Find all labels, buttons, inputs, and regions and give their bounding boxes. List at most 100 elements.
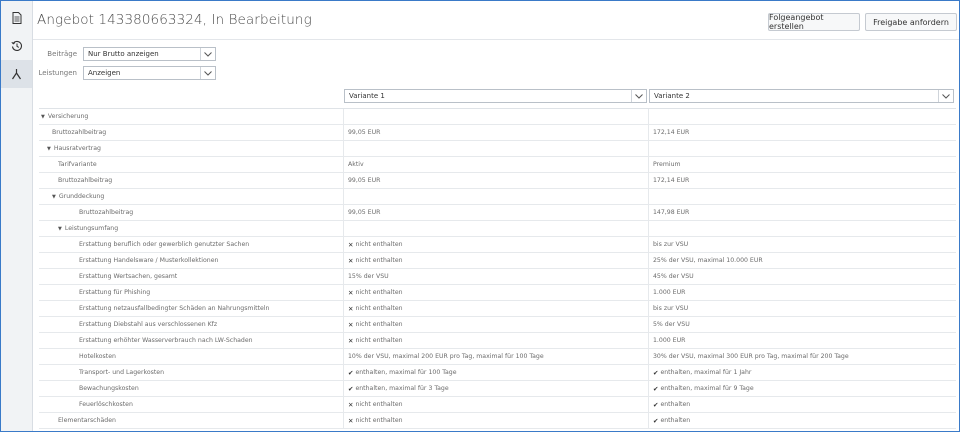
cross-icon: ✕	[348, 256, 354, 265]
variant-2-value: enthalten, maximal für 1 Jahr	[660, 369, 752, 376]
table-row: Erstattung beruflich oder gewerblich gen…	[39, 237, 956, 253]
request-approval-button[interactable]: Freigabe anfordern	[865, 13, 957, 31]
row-label: Bruttozahlbeitrag	[58, 177, 113, 184]
page-title: Angebot 143380663324, In Bearbeitung	[37, 12, 312, 28]
row-label: Leistungsumfang	[64, 225, 119, 232]
table-row: Tarifvariante Aktiv Premium	[39, 157, 956, 173]
check-icon: ✔	[653, 384, 659, 393]
variant-1-cell: ✕ nicht enthalten	[344, 253, 649, 268]
cross-icon: ✕	[348, 336, 354, 345]
check-icon: ✔	[653, 368, 659, 377]
row-label-cell: Erstattung Handelsware / Musterkollektio…	[39, 253, 344, 268]
variant-2-cell: 1.000 EUR	[649, 285, 956, 300]
variant-1-cell: ✕ nicht enthalten	[344, 397, 649, 412]
variant-2-select[interactable]: Variante 2	[649, 89, 954, 103]
row-label-cell: Bewachungskosten	[39, 381, 344, 396]
variant-2-value: 172,14 EUR	[653, 129, 690, 136]
row-label: Erstattung Handelsware / Musterkollektio…	[79, 257, 219, 264]
table-row[interactable]: ▼ Leistungsumfang	[39, 221, 956, 237]
page-header: Angebot 143380663324, In Bearbeitung Fol…	[33, 1, 959, 40]
leistungen-select[interactable]: Anzeigen	[83, 66, 216, 80]
cross-icon: ✕	[348, 320, 354, 329]
caret-down-icon[interactable]: ▼	[47, 146, 51, 152]
table-row[interactable]: ▼ Grunddeckung	[39, 189, 956, 205]
row-label-cell: Erstattung Diebstahl aus verschlossenen …	[39, 317, 344, 332]
row-label-cell: Erstattung erhöhter Wasserverbrauch nach…	[39, 333, 344, 348]
row-label-cell: Tarifvariante	[39, 157, 344, 172]
beitraege-label: Beiträge	[47, 50, 77, 58]
table-row: Bewachungskosten ✔ enthalten, maximal für …	[39, 381, 956, 397]
cross-icon: ✕	[348, 400, 354, 409]
variant-2-cell: bis zur VSU	[649, 237, 956, 252]
table-row: Erstattung netzausfallbedingter Schäden …	[39, 301, 956, 317]
caret-down-icon[interactable]: ▼	[52, 194, 56, 200]
variant-1-select[interactable]: Variante 1	[344, 89, 647, 103]
variant-2-cell: 172,14 EUR	[649, 125, 956, 140]
row-label: Transport- und Lagerkosten	[79, 369, 165, 376]
row-label: Elementarschäden	[58, 417, 116, 424]
compare-icon[interactable]	[1, 60, 32, 88]
app-frame: Angebot 143380663324, In Bearbeitung Fol…	[0, 0, 960, 432]
row-label: Bewachungskosten	[79, 385, 139, 392]
variant-1-cell: Aktiv	[344, 157, 649, 172]
row-label-cell: Erstattung beruflich oder gewerblich gen…	[39, 237, 344, 252]
history-icon[interactable]	[1, 32, 32, 60]
variant-2-cell: ✔ enthalten, maximal für 9 Tage	[649, 381, 956, 396]
row-label: Bruttozahlbeitrag	[79, 209, 134, 216]
variant-1-cell: ✕ nicht enthalten	[344, 333, 649, 348]
leistungen-label: Leistungen	[38, 69, 77, 77]
row-label: Bruttozahlbeitrag	[52, 129, 107, 136]
beitraege-select[interactable]: Nur Brutto anzeigen	[83, 47, 216, 61]
variant-1-cell: ✕ nicht enthalten	[344, 413, 649, 428]
row-label: Feuerlöschkosten	[79, 401, 133, 408]
check-icon: ✔	[653, 400, 659, 409]
variant-2-value: 1.000 EUR	[653, 337, 686, 344]
cross-icon: ✕	[348, 288, 354, 297]
variant-2-cell	[649, 189, 956, 204]
variant-1-cell: ✔ enthalten, maximal für 100 Tage	[344, 365, 649, 380]
check-icon: ✔	[653, 416, 659, 425]
variant-2-value: bis zur VSU	[653, 305, 689, 312]
row-label: Erstattung Diebstahl aus verschlossenen …	[79, 321, 218, 328]
variant-1-select-value: Variante 1	[349, 92, 385, 100]
row-label-cell: Erstattung netzausfallbedingter Schäden …	[39, 301, 344, 316]
table-row: Erstattung Handelsware / Musterkollektio…	[39, 253, 956, 269]
table-row: Erstattung für Phishing ✕ nicht enthalten 1…	[39, 285, 956, 301]
table-row: Hotelkosten 10% der VSU, maximal 200 EUR …	[39, 349, 956, 365]
row-label-cell: ▼ Versicherung	[39, 109, 344, 124]
variant-1-cell: 10% der VSU, maximal 200 EUR pro Tag, ma…	[344, 349, 649, 364]
row-label-cell: Erstattung für Phishing	[39, 285, 344, 300]
variant-2-value: 172,14 EUR	[653, 177, 690, 184]
row-label-cell: Bruttozahlbeitrag	[39, 173, 344, 188]
variant-2-cell	[649, 221, 956, 236]
chevron-down-icon	[200, 67, 215, 79]
variant-2-cell: 172,14 EUR	[649, 173, 956, 188]
table-row[interactable]: ▼ Hausratvertrag	[39, 141, 956, 157]
cross-icon: ✕	[348, 240, 354, 249]
variant-2-value: bis zur VSU	[653, 241, 689, 248]
variant-1-value: 15% der VSU	[348, 273, 389, 280]
create-followup-button[interactable]: Folgeangebot erstellen	[768, 13, 860, 31]
variant-1-value: nicht enthalten	[355, 241, 403, 248]
caret-down-icon[interactable]: ▼	[41, 114, 45, 120]
row-label: Grunddeckung	[58, 193, 105, 200]
cross-icon: ✕	[348, 416, 354, 425]
variant-1-cell: ✕ nicht enthalten	[344, 301, 649, 316]
table-row: Bruttozahlbeitrag 99,05 EUR 172,14 EUR	[39, 125, 956, 141]
variant-1-cell	[344, 109, 649, 124]
chevron-down-icon	[938, 90, 953, 102]
variant-2-value: enthalten, maximal für 9 Tage	[660, 385, 754, 392]
variant-1-value: enthalten, maximal für 100 Tage	[355, 369, 457, 376]
variant-1-cell: ✕ nicht enthalten	[344, 285, 649, 300]
sidebar	[1, 1, 33, 431]
variant-1-value: 99,05 EUR	[348, 209, 381, 216]
variant-1-value: 99,05 EUR	[348, 177, 381, 184]
row-label: Tarifvariante	[58, 161, 97, 168]
variant-2-value: 45% der VSU	[653, 273, 694, 280]
variant-2-select-value: Variante 2	[654, 92, 690, 100]
document-icon[interactable]	[1, 4, 32, 32]
chevron-down-icon	[631, 90, 646, 102]
table-row[interactable]: ▼ Versicherung	[39, 109, 956, 125]
variant-1-cell: 15% der VSU	[344, 269, 649, 284]
caret-down-icon[interactable]: ▼	[58, 226, 62, 232]
